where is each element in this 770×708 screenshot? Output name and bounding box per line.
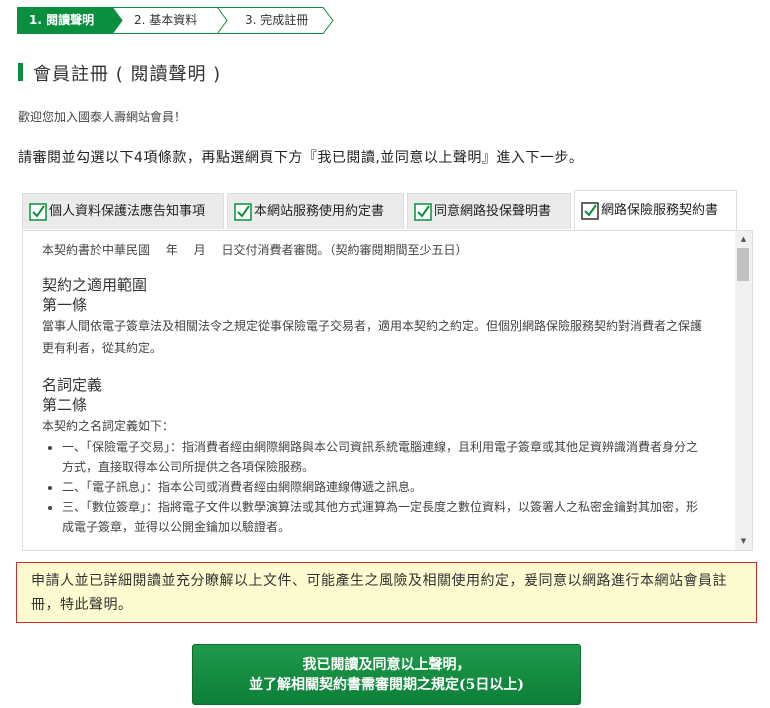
article-number: 第二條 xyxy=(42,396,88,414)
agree-button-line1: 我已閱讀及同意以上聲明， xyxy=(302,657,471,673)
agree-button-line2: 並了解相關契約書需審閱期之規定(5日以上) xyxy=(249,677,524,693)
list-item: 三、「數位簽章」：指將電子文件以數學演算法或其他方式運算為一定長度之數位資料，以… xyxy=(62,497,702,537)
step-1-label: 1. 閱讀聲明 xyxy=(29,13,95,27)
article-body: 當事人間依電子簽章法及相關法令之規定從事保險電子交易者，適用本契約之約定。但個別… xyxy=(42,319,703,355)
list-item: 二、「電子訊息」：指本公司或消費者經由網際網路連線傳遞之訊息。 xyxy=(62,477,702,497)
title-accent-bar xyxy=(18,63,23,81)
instruction-text: 請審閱並勾選以下4項條款，再點選網頁下方『我已閱讀,並同意以上聲明』進入下一步。 xyxy=(18,150,584,166)
scroll-up-arrow-icon[interactable]: ▲ xyxy=(735,231,752,248)
tab-online-insurance-declaration[interactable]: 同意網路投保聲明書 xyxy=(407,193,571,229)
tab-website-terms[interactable]: 本網站服務使用約定書 xyxy=(227,193,404,229)
scroll-thumb[interactable] xyxy=(737,248,749,281)
step-2: 2. 基本資料 xyxy=(112,7,230,34)
article-body: 本契約之名詞定義如下： xyxy=(42,419,175,433)
agree-button[interactable]: 我已閱讀及同意以上聲明， 並了解相關契約書需審閱期之規定(5日以上) xyxy=(192,644,581,705)
section-title: 契約之適用範圍 xyxy=(42,276,148,294)
welcome-text: 歡迎您加入國泰人壽網站會員！ xyxy=(18,110,187,124)
page-title: 會員註冊 ( 閱讀聲明 ) xyxy=(33,64,222,85)
article-number: 第一條 xyxy=(42,296,88,314)
tab-online-service-contract[interactable]: 網路保險服務契約書 xyxy=(574,190,737,230)
scrollbar[interactable]: ▲ ▼ xyxy=(735,231,752,550)
section-title: 名詞定義 xyxy=(42,376,103,394)
checkbox-checked-icon[interactable] xyxy=(414,203,432,221)
definition-list: 一、「保險電子交易」：指消費者經由網際網路與本公司資訊系統電腦連線，且利用電子簽… xyxy=(42,437,702,537)
contract-content: 本契約書於中華民國 年 月 日交付消費者審閱。（契約審閱期間至少五日） 契約之適… xyxy=(42,239,702,537)
contract-panel[interactable]: 本契約書於中華民國 年 月 日交付消費者審閱。（契約審閱期間至少五日） 契約之適… xyxy=(22,230,753,551)
step-2-label: 2. 基本資料 xyxy=(134,13,198,27)
contract-intro: 本契約書於中華民國 年 月 日交付消費者審閱。（契約審閱期間至少五日） xyxy=(42,243,468,257)
list-item: 一、「保險電子交易」：指消費者經由網際網路與本公司資訊系統電腦連線，且利用電子簽… xyxy=(62,437,702,477)
checkbox-checked-icon[interactable] xyxy=(29,203,47,221)
tab-label: 個人資料保護法應告知事項 xyxy=(49,204,206,219)
tab-label: 網路保險服務契約書 xyxy=(601,203,719,218)
step-1: 1. 閱讀聲明 xyxy=(17,7,127,34)
checkbox-checked-icon[interactable] xyxy=(234,203,252,221)
tab-label: 本網站服務使用約定書 xyxy=(254,204,385,219)
tab-privacy-notice[interactable]: 個人資料保護法應告知事項 xyxy=(22,193,224,229)
step-3-label: 3. 完成註冊 xyxy=(245,13,309,27)
declaration-notice: 申請人並已詳細閱讀並充分瞭解以上文件、可能產生之風險及相關使用約定，爰同意以網路… xyxy=(16,562,757,623)
step-3: 3. 完成註冊 xyxy=(217,7,337,34)
scroll-down-arrow-icon[interactable]: ▼ xyxy=(735,533,752,550)
tab-label: 同意網路投保聲明書 xyxy=(434,204,552,219)
checkbox-checked-icon[interactable] xyxy=(581,202,599,220)
